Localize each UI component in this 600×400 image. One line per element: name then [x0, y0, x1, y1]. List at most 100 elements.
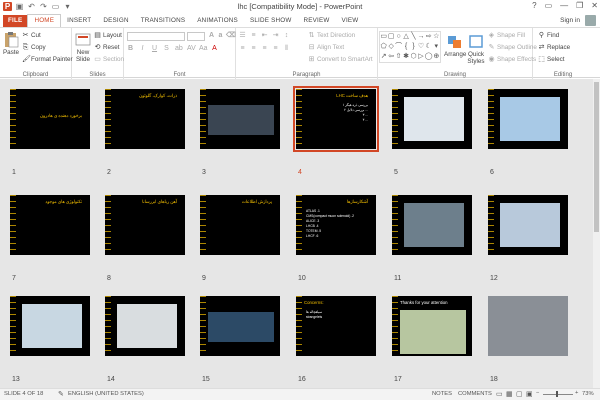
select-button[interactable]: ⬚ Select: [538, 56, 564, 63]
zoom-level[interactable]: 73%: [582, 391, 594, 397]
slide-thumbnail-5[interactable]: [392, 89, 472, 149]
spelling-icon[interactable]: ✎: [58, 390, 64, 398]
quick-styles-button[interactable]: Quick Styles: [466, 33, 486, 65]
zoom-slider-thumb[interactable]: [556, 391, 558, 397]
new-slide-button[interactable]: New Slide: [73, 31, 93, 63]
tab-home[interactable]: HOME: [27, 14, 62, 27]
find-button[interactable]: ⚲ Find: [538, 32, 559, 39]
reset-button[interactable]: ⟲ Reset: [94, 44, 120, 51]
section-button[interactable]: ▭ Section: [94, 56, 124, 63]
copy-button[interactable]: ⎘ Copy: [22, 44, 46, 51]
slide-thumbnail-16[interactable]: Concerns: سیاهچاله ها strangelets: [296, 296, 376, 356]
ribbon-display-icon[interactable]: ▭: [545, 1, 553, 10]
shape-fill-button[interactable]: ◈ Shape Fill: [488, 32, 525, 39]
replace-button[interactable]: ⇄ Replace: [538, 44, 571, 51]
bold-icon[interactable]: B: [127, 45, 134, 52]
tab-design[interactable]: DESIGN: [97, 15, 134, 27]
arrange-button[interactable]: Arrange: [444, 33, 466, 58]
slide-decoration: [10, 89, 16, 149]
slide-thumbnail-11[interactable]: [392, 195, 472, 255]
slide-thumbnail-12[interactable]: [488, 195, 568, 255]
align-right-icon[interactable]: ≡: [261, 45, 268, 52]
strikethrough-icon[interactable]: ab: [175, 45, 183, 52]
align-center-icon[interactable]: ≡: [250, 45, 257, 52]
slide-decoration: [105, 296, 111, 356]
spacing-icon[interactable]: AV: [187, 45, 196, 52]
slide-thumbnail-18[interactable]: [488, 296, 568, 356]
tab-view[interactable]: VIEW: [336, 15, 365, 27]
tab-review[interactable]: REVIEW: [298, 15, 336, 27]
italic-icon[interactable]: I: [139, 45, 146, 52]
font-size-controls[interactable]: Aa ⌫: [208, 32, 236, 39]
slide-thumbnail-10[interactable]: آشکارسازها ATLAS .1 CMS(compact muon solen…: [296, 195, 376, 255]
shape-outline-button[interactable]: ✎ Shape Outline: [488, 44, 537, 51]
shadow-icon[interactable]: S: [163, 45, 170, 52]
align-buttons: ≡ ≡ ≡ ≡ ⫴: [239, 45, 290, 52]
slide-thumbnail-15[interactable]: [200, 296, 280, 356]
slide-thumbnail-13[interactable]: [10, 296, 90, 356]
columns-icon[interactable]: ⫴: [283, 45, 290, 52]
slide-text-line: strangelets: [306, 315, 323, 319]
align-text-button[interactable]: ⊟ Align Text: [308, 44, 345, 51]
zoom-in-button[interactable]: +: [575, 390, 578, 396]
slide-image: [208, 105, 274, 135]
convert-smartart-button[interactable]: ⊞ Convert to SmartArt: [308, 56, 373, 63]
slide-thumbnail-1[interactable]: برخورد دهنده ی هادرون: [10, 89, 90, 149]
scrollbar-thumb[interactable]: [594, 82, 599, 232]
notes-button[interactable]: NOTES: [432, 391, 452, 397]
slide-thumbnail-17[interactable]: Thanks for your attention: [392, 296, 472, 356]
restore-button[interactable]: ❐: [576, 1, 583, 10]
zoom-slider[interactable]: [543, 394, 573, 395]
language-indicator[interactable]: ENGLISH (UNITED STATES): [68, 391, 144, 397]
font-color-icon[interactable]: A: [211, 45, 218, 52]
shape-effects-button[interactable]: ◉ Shape Effects: [488, 56, 536, 63]
avatar[interactable]: [585, 15, 596, 26]
font-name-input[interactable]: [127, 32, 185, 41]
slide-thumbnail-4[interactable]: LHC هدف ساخت ۱ بررسی ذره هیگز ۲ بررسی دلای…: [293, 86, 379, 152]
slide-text-line: ALICE .3: [306, 219, 320, 223]
drawing-group: ▭ ▢ ○ △ ╲ → ⇨ ☆ ⬠ ◇ ⌒{} ♡ ☾ ▾ ↗ ⇦ ⇧ ✱ ⬡ ▷ ◯ ⊕ Arrange Quick…: [378, 28, 537, 79]
layout-button[interactable]: ▤ Layout: [94, 32, 122, 39]
font-size-input[interactable]: [187, 32, 205, 41]
decrease-indent-icon[interactable]: ⇤: [261, 32, 268, 39]
zoom-out-button[interactable]: −: [536, 390, 539, 396]
cut-button[interactable]: ✂ Cut: [22, 32, 41, 39]
slide-decoration: [10, 195, 16, 255]
sign-in-link[interactable]: Sign in: [560, 17, 580, 24]
slide-decoration: [200, 89, 206, 149]
help-icon[interactable]: ?: [532, 1, 536, 10]
slide-sorter-view-icon[interactable]: ▦: [506, 390, 513, 398]
minimize-button[interactable]: —: [560, 1, 568, 10]
tab-slide-show[interactable]: SLIDE SHOW: [244, 15, 298, 27]
editing-group: ⚲ Find ⇄ Replace ⬚ Select Editing: [533, 28, 593, 79]
tab-insert[interactable]: INSERT: [61, 15, 97, 27]
line-spacing-icon[interactable]: ↕: [283, 32, 290, 39]
comments-button[interactable]: COMMENTS: [458, 391, 492, 397]
close-button[interactable]: ✕: [591, 1, 598, 10]
slide-thumbnail-14[interactable]: [105, 296, 185, 356]
tab-transitions[interactable]: TRANSITIONS: [135, 15, 192, 27]
numbering-icon[interactable]: ≡: [250, 32, 257, 39]
bullets-icon[interactable]: ☰: [239, 32, 246, 39]
underline-icon[interactable]: U: [151, 45, 158, 52]
slideshow-view-icon[interactable]: ▣: [526, 390, 533, 398]
normal-view-icon[interactable]: ▭: [496, 390, 503, 398]
justify-icon[interactable]: ≡: [272, 45, 279, 52]
slide-thumbnail-2[interactable]: ذرات، کوارک، گلوئون: [105, 89, 185, 149]
text-direction-button[interactable]: ⇅ Text Direction: [308, 32, 356, 39]
shapes-gallery[interactable]: ▭ ▢ ○ △ ╲ → ⇨ ☆ ⬠ ◇ ⌒{} ♡ ☾ ▾ ↗ ⇦ ⇧ ✱ ⬡ ▷ ◯ ⊕: [379, 31, 441, 63]
format-painter-button[interactable]: 🖌 Format Painter: [22, 56, 73, 63]
paste-button[interactable]: Paste: [2, 31, 20, 56]
slide-thumbnail-8[interactable]: آهن رباهای ابررسانا: [105, 195, 185, 255]
change-case-icon[interactable]: Aa: [199, 45, 208, 52]
align-left-icon[interactable]: ≡: [239, 45, 246, 52]
tab-file[interactable]: FILE: [3, 15, 28, 27]
reading-view-icon[interactable]: ▢: [516, 390, 523, 398]
slide-thumbnail-6[interactable]: [488, 89, 568, 149]
increase-indent-icon[interactable]: ⇥: [272, 32, 279, 39]
slide-thumbnail-9[interactable]: پردازش اطلاعات: [200, 195, 280, 255]
tab-animations[interactable]: ANIMATIONS: [191, 15, 244, 27]
slide-thumbnail-3[interactable]: [200, 89, 280, 149]
slide-thumbnail-7[interactable]: تکنولوژی های موجود: [10, 195, 90, 255]
font-label: Font: [173, 72, 186, 78]
